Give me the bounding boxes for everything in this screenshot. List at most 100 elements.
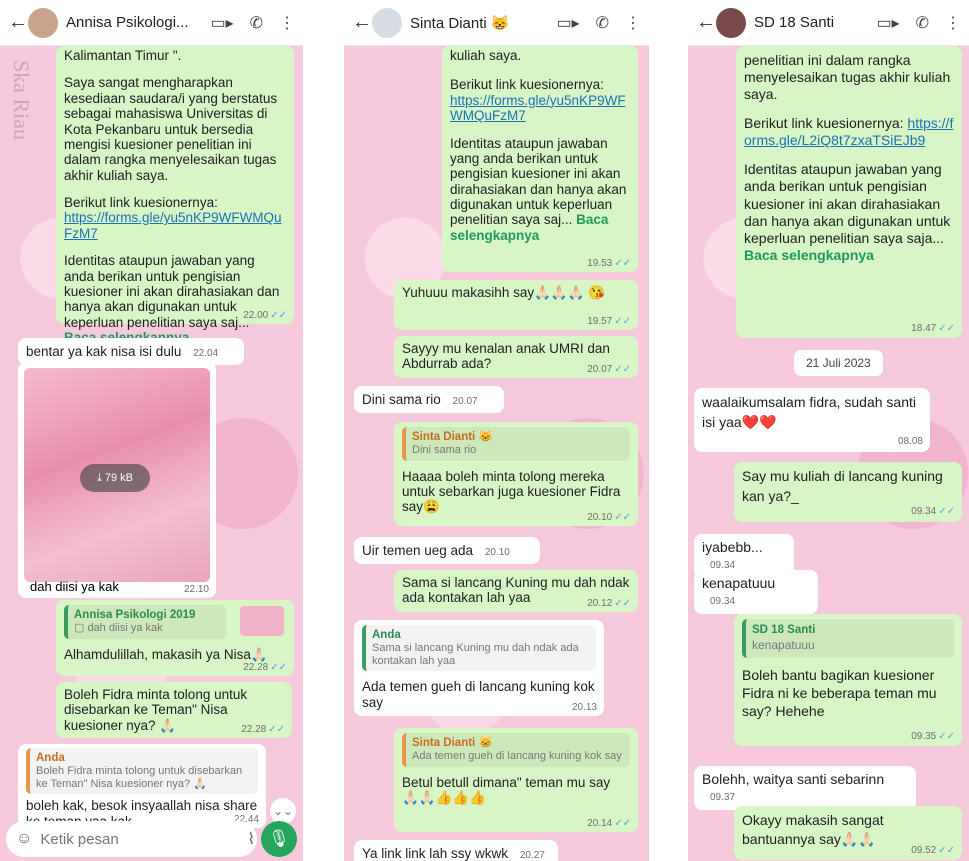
kebab-menu-icon[interactable]: ⋮ — [625, 13, 641, 33]
scroll-down-button[interactable]: ⌄⌄ — [270, 798, 296, 824]
message-bubble[interactable]: Anda Sama si lancang Kuning mu dah ndak … — [354, 620, 604, 716]
quoted-message[interactable]: Annisa Psikologi 2019 ▢ dah diisi ya kak — [64, 605, 226, 639]
contact-name[interactable]: Sinta Dianti 😸 — [410, 14, 556, 32]
double-check-icon: ✓✓ — [614, 315, 631, 327]
watermark: Ska Riau — [9, 60, 34, 141]
message-text: Bolehh, waitya santi sebarinn — [702, 771, 885, 787]
message-text: Ya link link lah ssy wkwk — [362, 846, 509, 861]
quote-author: Anda — [36, 752, 65, 764]
arrow-left-icon[interactable]: ← — [352, 11, 372, 34]
quote-text: ▢ dah diisi ya kak — [74, 622, 163, 635]
quote-text: Sama si lancang Kuning mu dah ndak ada k… — [372, 642, 579, 667]
message-time: 22.10 — [183, 584, 209, 595]
quote-author: SD 18 Santi — [752, 624, 816, 636]
message-text: Boleh Fidra minta tolong untuk disebarka… — [64, 687, 248, 733]
kebab-menu-icon[interactable]: ⋮ — [945, 13, 961, 33]
message-time: 08.08 — [897, 436, 923, 447]
message-time: 20.12 ✓✓ — [587, 597, 631, 609]
quoted-message[interactable]: Anda Sama si lancang Kuning mu dah ndak … — [362, 625, 596, 672]
video-camera-icon[interactable]: ▭▸ — [876, 13, 899, 33]
read-more-link[interactable]: Baca selengkapnya — [744, 247, 874, 263]
quote-text: Boleh Fidra minta tolong untuk disebarka… — [36, 765, 243, 790]
chat-panel-annisa: ← Annisa Psikologi... ▭▸ ✆ ⋮ Kalimantan … — [0, 0, 303, 861]
message-input-bar: ☺ ⌇ ◙ — [6, 821, 273, 857]
paperclip-icon[interactable]: ⌇ — [247, 829, 255, 849]
message-time: 20.07 — [452, 396, 478, 407]
double-check-icon: ✓✓ — [614, 511, 631, 523]
message-text: Yuhuuu makasihh say🙏🏻🙏🏻🙏🏻 😘 — [402, 285, 606, 300]
message-bubble[interactable]: Boleh Fidra minta tolong untuk disebarka… — [56, 682, 292, 738]
message-bubble[interactable]: Bolehh, waitya santi sebarinn 09.37 — [694, 766, 916, 810]
message-bubble[interactable]: kenapatuuu 09.34 — [694, 570, 818, 614]
download-button[interactable]: ⤓ 79 kB — [80, 464, 150, 492]
message-time: 09.34 — [710, 595, 736, 607]
blurred-image[interactable]: ⤓ 79 kB — [24, 368, 210, 582]
form-link[interactable]: https://forms.gle/yu5nKP9WFWMQuFzM7 — [64, 210, 282, 240]
avatar[interactable] — [372, 7, 402, 38]
emoji-icon[interactable]: ☺ — [16, 830, 32, 848]
form-link[interactable]: https://forms.gle/yu5nKP9WFWMQuFzM7 — [450, 93, 626, 123]
quoted-message[interactable]: Sinta Dianti 😸 Ada temen gueh di lancang… — [402, 733, 630, 767]
message-bubble[interactable]: Annisa Psikologi 2019 ▢ dah diisi ya kak… — [56, 600, 294, 676]
quoted-message[interactable]: Anda Boleh Fidra minta tolong untuk dise… — [26, 748, 258, 795]
message-text: waalaikumsalam fidra, sudah santi isi ya… — [702, 394, 916, 430]
quoted-message[interactable]: SD 18 Santi kenapatuuu — [742, 619, 954, 658]
media-message[interactable]: ⤓ 79 kB dah diisi ya kak 22.10 — [18, 362, 216, 598]
message-bubble[interactable]: Sinta Dianti 😸 Dini sama rio Haaaa boleh… — [394, 422, 638, 526]
avatar[interactable] — [716, 7, 746, 38]
message-text: Saya sangat mengharapkan kesediaan sauda… — [64, 75, 278, 183]
contact-name[interactable]: Annisa Psikologi... — [66, 14, 210, 31]
message-input[interactable] — [40, 830, 240, 848]
message-bubble[interactable]: Yuhuuu makasihh say🙏🏻🙏🏻🙏🏻 😘 19.57 ✓✓ — [394, 280, 638, 330]
message-bubble[interactable]: Okayy makasih sangat bantuannya say🙏🏻🙏🏻 … — [734, 806, 962, 860]
message-bubble[interactable]: Sama si lancang Kuning mu dah ndak ada k… — [394, 570, 638, 612]
message-time: 20.10 — [484, 547, 510, 558]
message-bubble[interactable]: waalaikumsalam fidra, sudah santi isi ya… — [694, 388, 930, 452]
double-check-icon: ✓✓ — [938, 844, 955, 856]
message-bubble[interactable]: kuliah saya. Berikut link kuesionernya: … — [442, 46, 638, 272]
message-bubble[interactable]: Kalimantan Timur ". Saya sangat menghara… — [56, 46, 294, 345]
message-bubble[interactable]: Uir temen ueg ada 20.10 — [354, 537, 540, 565]
phone-icon[interactable]: ✆ — [250, 13, 263, 33]
message-bubble[interactable]: Sayyy mu kenalan anak UMRI dan Abdurrab … — [394, 336, 638, 378]
quoted-message[interactable]: Sinta Dianti 😸 Dini sama rio — [402, 427, 630, 461]
message-bubble[interactable]: Anda Boleh Fidra minta tolong untuk dise… — [18, 744, 266, 829]
double-check-icon: ✓✓ — [614, 597, 631, 609]
video-camera-icon[interactable]: ▭▸ — [556, 13, 579, 33]
double-check-icon: ✓✓ — [938, 322, 955, 334]
quote-author: Sinta Dianti 😸 — [412, 737, 493, 749]
message-bubble[interactable]: penelitian ini dalam rangka menyelesaika… — [736, 46, 962, 338]
arrow-left-icon[interactable]: ← — [8, 11, 28, 34]
microphone-icon[interactable]: 🎙 — [261, 821, 297, 857]
quote-text: Dini sama rio — [412, 444, 477, 457]
message-time: 22.28 ✓✓ — [243, 661, 287, 673]
arrow-left-icon[interactable]: ← — [696, 11, 716, 34]
message-text: Say mu kuliah di lancang kuning kan ya?_ — [742, 468, 943, 504]
message-bubble[interactable]: Dini sama rio 20.07 — [354, 386, 504, 414]
video-camera-icon[interactable]: ▭▸ — [210, 13, 233, 33]
message-time: 20.27 — [519, 850, 545, 861]
quote-text: Ada temen gueh di lancang kuning kok say — [412, 750, 622, 763]
message-bubble[interactable]: Say mu kuliah di lancang kuning kan ya?_… — [734, 462, 962, 522]
message-text: bentar ya kak nisa isi dulu — [26, 344, 182, 359]
message-text: Uir temen ueg ada — [362, 543, 474, 558]
message-bubble[interactable]: SD 18 Santi kenapatuuu Boleh bantu bagik… — [734, 614, 962, 746]
quote-thumbnail — [240, 606, 284, 636]
avatar[interactable] — [28, 7, 58, 38]
message-text: Boleh bantu bagikan kuesioner Fidra ni k… — [742, 666, 937, 719]
phone-icon[interactable]: ✆ — [596, 13, 609, 33]
message-text: Berikut link kuesionernya: — [450, 77, 604, 93]
message-time: 22.04 — [193, 348, 219, 359]
kebab-menu-icon[interactable]: ⋮ — [279, 13, 295, 33]
message-text: Berikut link kuesionernya: — [64, 195, 218, 210]
chat-header: ← SD 18 Santi ▭▸ ✆ ⋮ — [688, 0, 969, 46]
message-text: dah diisi ya kak — [30, 579, 119, 594]
contact-name[interactable]: SD 18 Santi — [754, 14, 876, 31]
phone-icon[interactable]: ✆ — [916, 13, 929, 33]
message-time: 20.07 ✓✓ — [587, 363, 631, 375]
message-bubble[interactable]: Ya link link lah ssy wkwk 20.27 — [354, 840, 558, 861]
message-time: 22.00 ✓✓ — [243, 309, 287, 321]
message-text: iyabebb... — [702, 539, 763, 555]
message-bubble[interactable]: Sinta Dianti 😸 Ada temen gueh di lancang… — [394, 728, 638, 832]
message-text: Berikut link kuesionernya: — [744, 115, 908, 132]
